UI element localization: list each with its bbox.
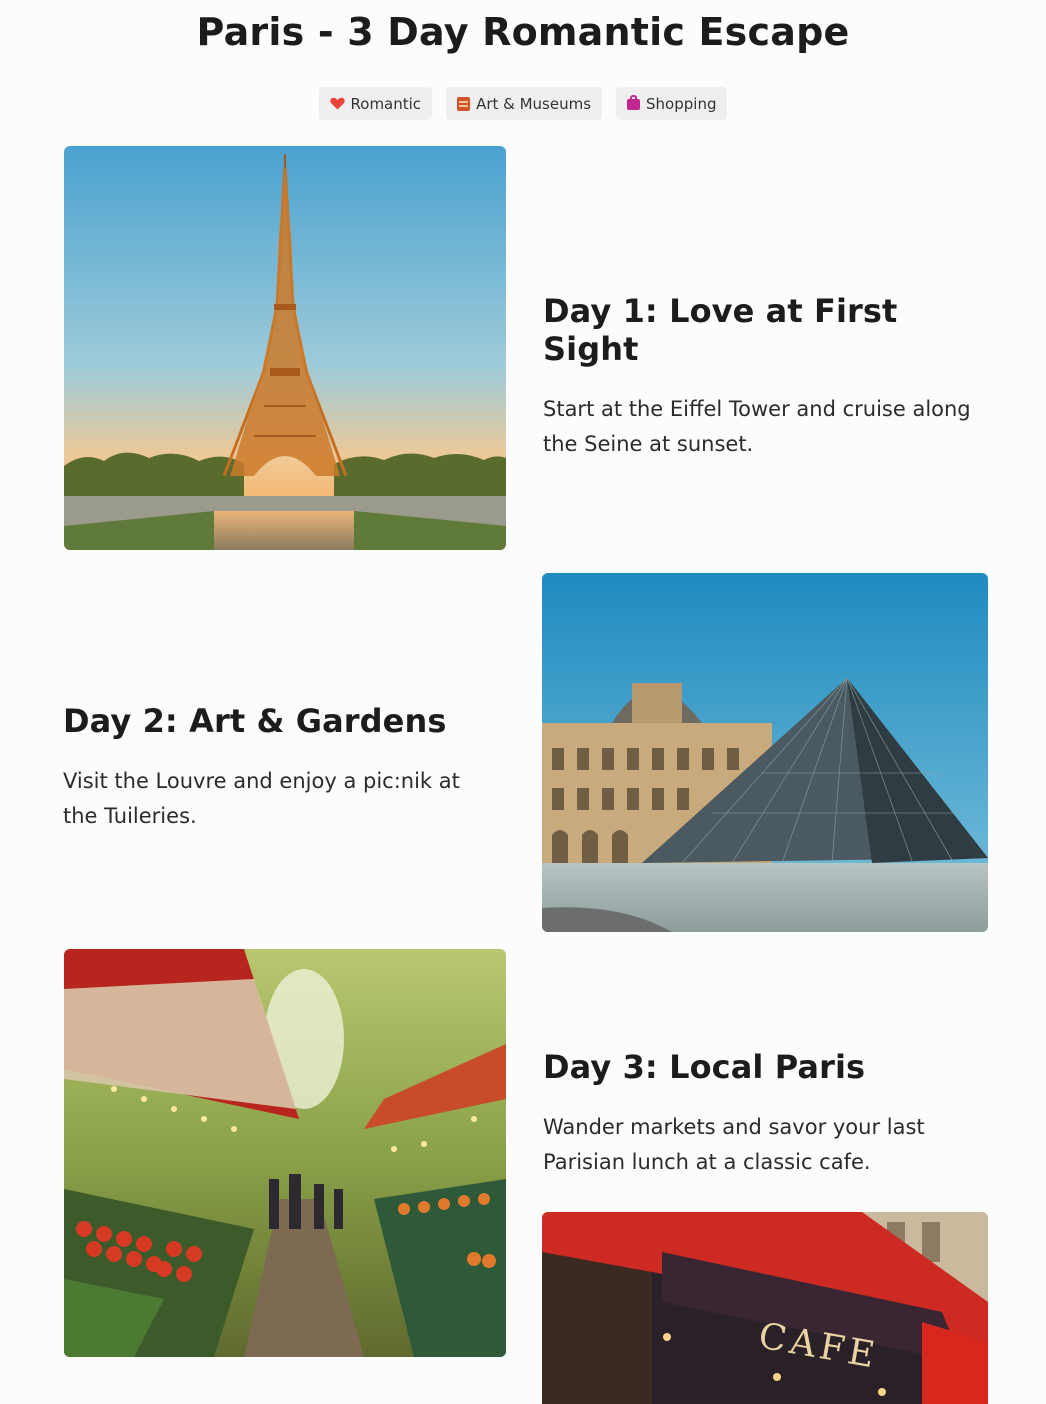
day-1-section: Day 1: Love at First Sight Start at the … [543,292,973,462]
page-title: Paris - 3 Day Romantic Escape [196,10,850,54]
heart-icon [329,97,345,110]
museum-icon [457,96,471,111]
tag-list: Romantic Art & Museums Shopping [0,87,1046,120]
day-3-section: Day 3: Local Paris Wander markets and sa… [543,1048,973,1180]
day-title: Day 3: Local Paris [543,1048,866,1086]
day-description: Start at the Eiffel Tower and cruise alo… [543,397,971,456]
cafe-photo: CAFE [542,1212,988,1404]
day-description: Wander markets and savor your last Paris… [543,1115,925,1174]
tag-art-museums[interactable]: Art & Museums [446,87,603,120]
street-market-photo [64,949,506,1357]
day-title: Day 1: Love at First Sight [543,292,898,368]
day-2-section: Day 2: Art & Gardens Visit the Louvre an… [63,702,483,834]
louvre-pyramid-photo [542,573,988,932]
shopping-bag-icon [627,95,641,110]
day-title: Day 2: Art & Gardens [63,702,447,740]
tag-romantic[interactable]: Romantic [318,87,433,120]
tag-shopping[interactable]: Shopping [616,87,728,120]
eiffel-tower-photo [64,146,506,550]
day-description: Visit the Louvre and enjoy a pic:nik at … [63,769,460,828]
tag-label: Art & Museums [476,94,592,113]
tag-label: Shopping [646,94,717,113]
tag-label: Romantic [350,94,422,113]
